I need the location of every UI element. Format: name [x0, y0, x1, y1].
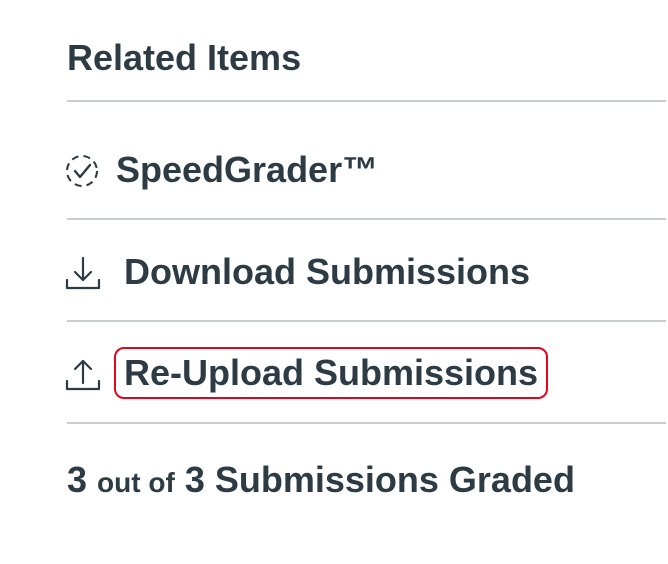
- reupload-submissions-label: Re-Upload Submissions: [114, 347, 549, 399]
- divider: [67, 422, 666, 424]
- graded-suffix: Submissions Graded: [214, 459, 575, 500]
- graded-out-of: out of: [97, 467, 175, 498]
- divider: [67, 218, 666, 220]
- divider: [67, 100, 666, 102]
- related-items-heading: Related Items: [67, 37, 302, 78]
- graded-count: 3: [67, 459, 88, 500]
- divider: [67, 320, 666, 322]
- download-submissions-link[interactable]: Download Submissions: [63, 244, 530, 300]
- graded-total: 3: [184, 459, 205, 500]
- speedgrader-label: SpeedGrader™: [116, 149, 379, 190]
- submissions-graded-summary: 3 out of 3 Submissions Graded: [67, 456, 575, 507]
- upload-icon: [63, 353, 105, 393]
- download-icon: [63, 252, 105, 292]
- speedgrader-icon: [63, 150, 105, 190]
- download-submissions-label: Download Submissions: [124, 251, 531, 292]
- reupload-submissions-link[interactable]: Re-Upload Submissions: [63, 345, 549, 401]
- speedgrader-link[interactable]: SpeedGrader™: [63, 142, 378, 198]
